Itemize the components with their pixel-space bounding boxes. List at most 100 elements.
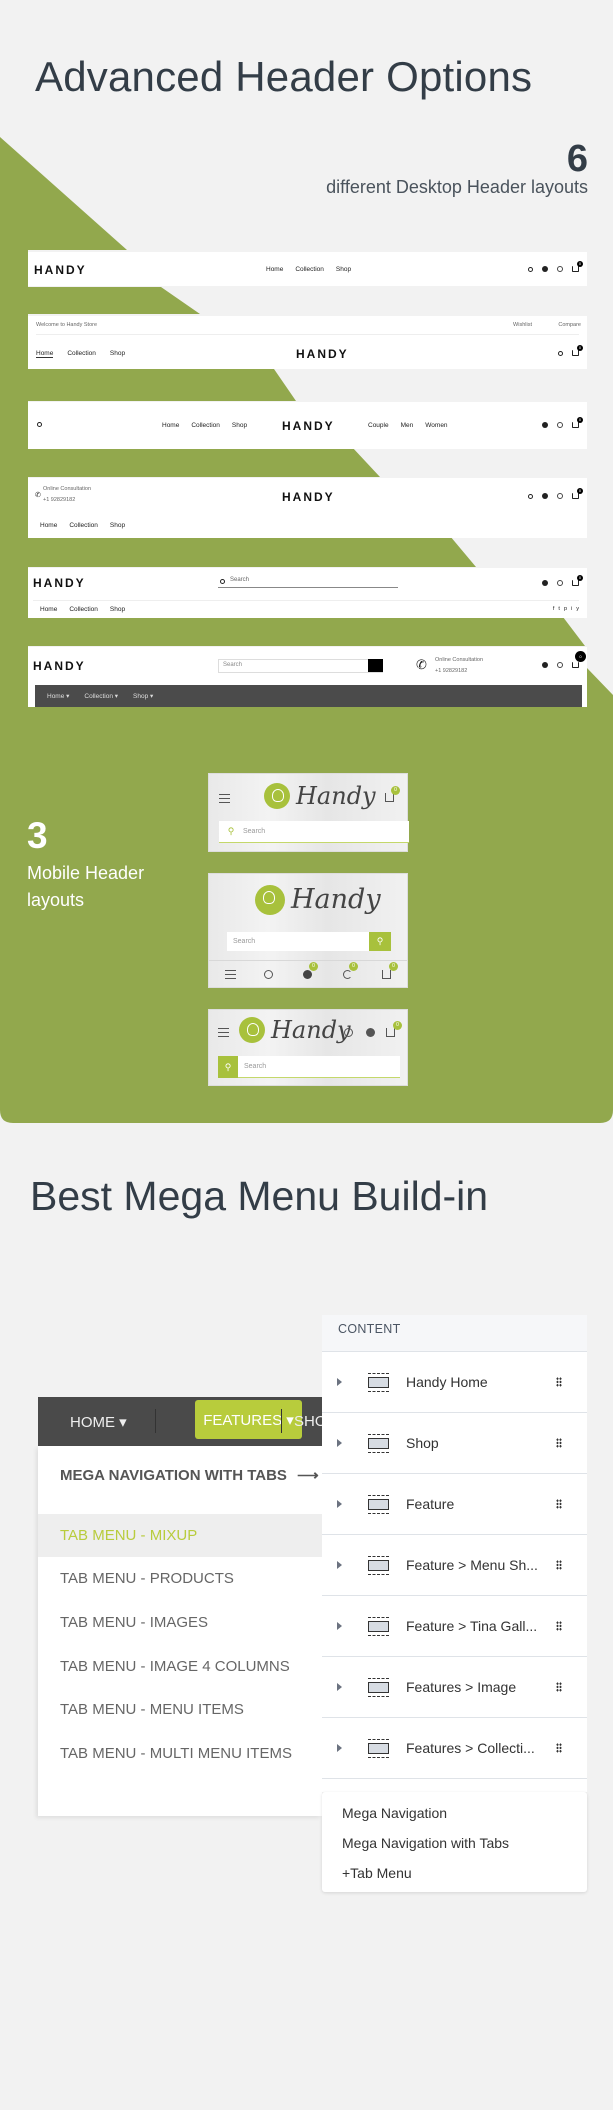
expand-icon[interactable] bbox=[337, 1683, 342, 1691]
tab-menu-item[interactable]: TAB MENU - MENU ITEMS bbox=[38, 1688, 322, 1731]
nav-shop[interactable]: Shop bbox=[232, 422, 247, 429]
tab-menu-item[interactable]: TAB MENU - PRODUCTS bbox=[38, 1557, 322, 1600]
compare-link[interactable]: Compare bbox=[558, 322, 581, 328]
search-input[interactable]: Search bbox=[227, 932, 391, 951]
drag-handle-icon[interactable] bbox=[556, 1560, 562, 1570]
nav-home[interactable]: Home bbox=[40, 522, 57, 529]
nav-shop[interactable]: Shop bbox=[336, 266, 351, 273]
twitter-icon[interactable]: t bbox=[558, 606, 560, 612]
search-button[interactable]: ⚲ bbox=[218, 1056, 238, 1078]
globe-icon[interactable] bbox=[344, 1028, 353, 1037]
drag-handle-icon[interactable] bbox=[556, 1682, 562, 1692]
drag-handle-icon[interactable] bbox=[556, 1621, 562, 1631]
cart-icon[interactable] bbox=[382, 970, 391, 979]
wishlist-link[interactable]: Wishlist bbox=[513, 322, 532, 328]
nav-collection[interactable]: Collection ▾ bbox=[84, 692, 118, 700]
compare-icon[interactable] bbox=[343, 970, 352, 979]
tab-menu-item[interactable]: TAB MENU - IMAGE 4 COLUMNS bbox=[38, 1645, 322, 1688]
search-button[interactable] bbox=[368, 659, 383, 672]
user-icon[interactable] bbox=[542, 266, 548, 272]
content-row[interactable]: Feature > Menu Sh... bbox=[322, 1534, 587, 1595]
nav-home[interactable]: Home ▾ bbox=[47, 692, 69, 700]
cart-icon[interactable] bbox=[386, 1028, 395, 1037]
tab-menu-item[interactable]: TAB MENU - IMAGES bbox=[38, 1601, 322, 1644]
nav-collection[interactable]: Collection bbox=[69, 606, 98, 613]
nav-shop[interactable]: Shop bbox=[110, 606, 125, 613]
nav-collection[interactable]: Collection bbox=[295, 266, 324, 273]
heart-icon[interactable] bbox=[303, 970, 312, 979]
nav-home[interactable]: Home bbox=[40, 606, 57, 613]
tab-menu-item[interactable]: TAB MENU - MULTI MENU ITEMS bbox=[38, 1732, 322, 1775]
content-row[interactable]: Shop bbox=[322, 1412, 587, 1473]
nav-men[interactable]: Men bbox=[401, 422, 414, 429]
search-icon[interactable] bbox=[558, 350, 563, 356]
cart-icon[interactable]: 0 bbox=[572, 417, 583, 428]
expand-icon[interactable] bbox=[337, 1561, 342, 1569]
globe-icon[interactable] bbox=[557, 266, 563, 272]
expand-icon[interactable] bbox=[337, 1500, 342, 1508]
user-icon[interactable] bbox=[542, 580, 548, 586]
search-icon[interactable] bbox=[37, 422, 42, 427]
cart-icon[interactable]: 0 bbox=[572, 261, 583, 272]
instagram-icon[interactable]: i bbox=[571, 606, 572, 612]
pinterest-icon[interactable]: p bbox=[564, 606, 567, 612]
youtube-icon[interactable]: y bbox=[576, 606, 579, 612]
search-button[interactable]: ⚲ bbox=[369, 932, 391, 951]
nav-home[interactable]: Home bbox=[36, 350, 54, 358]
content-row[interactable]: Handy Home bbox=[322, 1351, 587, 1412]
user-icon[interactable] bbox=[542, 422, 548, 428]
nav-couple[interactable]: Couple bbox=[368, 422, 389, 429]
main-nav: Home Collection Shop bbox=[266, 266, 351, 273]
nav-collection[interactable]: Collection bbox=[69, 522, 98, 529]
facebook-icon[interactable]: f bbox=[553, 606, 555, 612]
popup-item-mega-navigation-tabs[interactable]: Mega Navigation with Tabs bbox=[342, 1835, 509, 1851]
nav-home[interactable]: HOME ▾ bbox=[70, 1413, 127, 1431]
content-row[interactable]: Feature bbox=[322, 1473, 587, 1534]
nav-shop[interactable]: Shop ▾ bbox=[133, 692, 153, 700]
user-icon[interactable] bbox=[542, 662, 548, 668]
mega-menu-title[interactable]: MEGA NAVIGATION WITH TABS ⟶ bbox=[60, 1466, 319, 1484]
globe-icon[interactable] bbox=[557, 662, 563, 668]
nav-women[interactable]: Women bbox=[425, 422, 447, 429]
content-row[interactable]: Features > Image bbox=[322, 1656, 587, 1717]
user-icon[interactable] bbox=[366, 1028, 375, 1037]
tab-menu-item[interactable]: TAB MENU - MIXUP bbox=[38, 1514, 322, 1557]
expand-icon[interactable] bbox=[337, 1439, 342, 1447]
nav-collection[interactable]: Collection bbox=[67, 350, 96, 358]
content-row[interactable]: Features > Collecti... bbox=[322, 1717, 587, 1778]
nav-shop[interactable]: Shop bbox=[110, 522, 125, 529]
nav-features[interactable]: FEATURES ▾ bbox=[195, 1400, 302, 1439]
search-icon[interactable] bbox=[528, 493, 533, 499]
drag-handle-icon[interactable] bbox=[556, 1377, 562, 1387]
nav-home[interactable]: Home bbox=[266, 266, 283, 273]
popup-item-tab-menu[interactable]: +Tab Menu bbox=[342, 1865, 412, 1881]
content-row[interactable]: Feature > Tina Gall... bbox=[322, 1595, 587, 1656]
hamburger-icon[interactable] bbox=[219, 794, 230, 803]
expand-icon[interactable] bbox=[337, 1378, 342, 1386]
nav-home[interactable]: Home bbox=[162, 422, 179, 429]
drag-handle-icon[interactable] bbox=[556, 1499, 562, 1509]
search-input[interactable]: Search bbox=[218, 577, 398, 588]
cart-icon[interactable]: 0 bbox=[572, 345, 583, 356]
cart-icon[interactable]: 0 bbox=[572, 651, 586, 668]
search-icon[interactable] bbox=[528, 266, 533, 272]
cart-icon[interactable]: 0 bbox=[572, 488, 583, 499]
globe-icon[interactable] bbox=[557, 422, 563, 428]
expand-icon[interactable] bbox=[337, 1622, 342, 1630]
nav-shop[interactable]: Shop bbox=[110, 350, 125, 358]
search-input[interactable]: ⚲ Search bbox=[219, 821, 409, 843]
drag-handle-icon[interactable] bbox=[556, 1438, 562, 1448]
globe-icon[interactable] bbox=[264, 970, 273, 979]
drag-handle-icon[interactable] bbox=[556, 1743, 562, 1753]
popup-item-mega-navigation[interactable]: Mega Navigation bbox=[342, 1805, 447, 1821]
hamburger-icon[interactable] bbox=[218, 1028, 229, 1037]
search-input[interactable]: Search bbox=[218, 659, 383, 673]
cart-icon[interactable]: 0 bbox=[572, 575, 583, 586]
hamburger-icon[interactable] bbox=[225, 970, 236, 979]
globe-icon[interactable] bbox=[557, 493, 563, 499]
expand-icon[interactable] bbox=[337, 1744, 342, 1752]
globe-icon[interactable] bbox=[557, 580, 563, 586]
user-icon[interactable] bbox=[542, 493, 548, 499]
nav-collection[interactable]: Collection bbox=[191, 422, 220, 429]
search-input[interactable]: Search bbox=[238, 1056, 400, 1078]
